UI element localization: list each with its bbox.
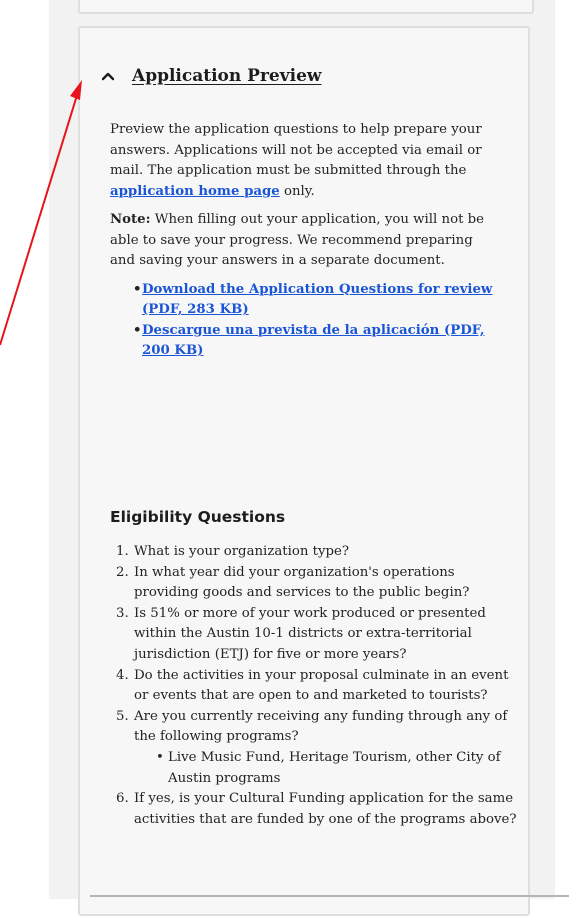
question-item: 5. Are you currently receiving any fundin… <box>116 707 520 789</box>
download-questions-link[interactable]: Download the Application Questions for r… <box>142 282 492 318</box>
question-item: 2. In what year did your organization's o… <box>116 564 470 601</box>
question-item: 6. If yes, is your Cultural Funding appli… <box>116 791 517 827</box>
list-item: Descargue una prevista de la aplicación … <box>133 321 500 362</box>
sub-list: Live Music Fund, Heritage Tourism, other… <box>134 748 520 789</box>
accordion-toggle[interactable]: Application Preview <box>100 66 322 86</box>
intro-paragraph: Preview the application questions to hel… <box>110 122 482 199</box>
download-list: Download the Application Questions for r… <box>110 280 500 362</box>
note-paragraph: Note: When filling out your application,… <box>110 212 485 268</box>
questions-list: 1. What is your organization type? 2. In w… <box>110 542 520 830</box>
question-item: 1. What is your organization type? <box>116 544 350 559</box>
accordion-title[interactable]: Application Preview <box>132 66 322 86</box>
eligibility-heading: Eligibility Questions <box>110 508 286 526</box>
eligibility-questions: 1. What is your organization type? 2. In w… <box>110 542 520 830</box>
sub-list-item: Live Music Fund, Heritage Tourism, other… <box>156 748 520 789</box>
question-item: 4. Do the activities in your proposal cul… <box>116 667 509 704</box>
application-home-page-link[interactable]: application home page <box>110 184 280 199</box>
question-item: 3. Is 51% or more of your work produced o… <box>116 605 486 662</box>
bottom-divider <box>90 895 569 897</box>
chevron-up-icon <box>101 72 115 81</box>
previous-card <box>78 0 534 14</box>
list-item: Download the Application Questions for r… <box>133 280 500 321</box>
application-preview-card: Application Preview Preview the applicat… <box>78 26 530 916</box>
accordion-content: Preview the application questions to hel… <box>110 120 500 362</box>
descargue-prevista-link[interactable]: Descargue una prevista de la aplicación … <box>142 323 485 359</box>
note-label: Note: <box>110 212 151 227</box>
